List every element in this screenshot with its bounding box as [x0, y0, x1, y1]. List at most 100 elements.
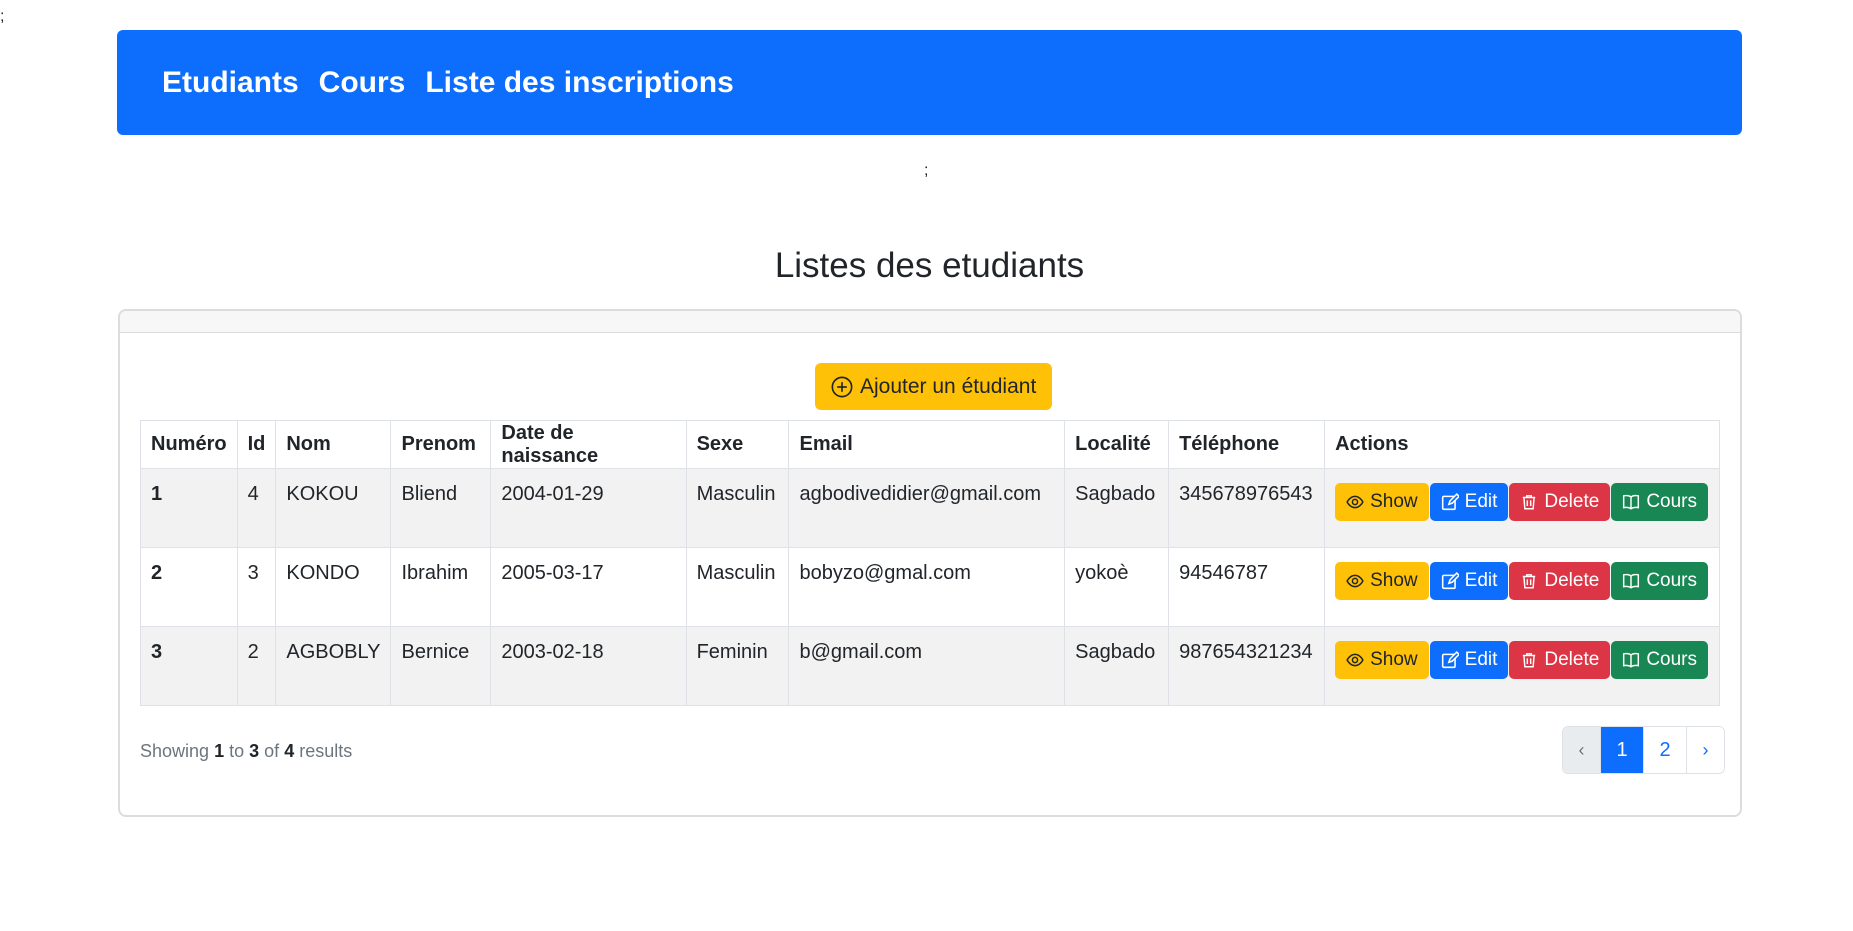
cell-email: agbodivedidier@gmail.com	[788, 468, 1066, 548]
cell-id: 3	[236, 547, 277, 627]
edit-label: Edit	[1464, 491, 1498, 512]
cell-id: 4	[236, 468, 277, 548]
show-label: Show	[1370, 649, 1418, 670]
pagination-page-2[interactable]: 2	[1643, 727, 1686, 773]
cell-sexe: Masculin	[685, 468, 790, 548]
cell-prenom: Bliend	[390, 468, 492, 548]
edit-button[interactable]: Edit	[1429, 483, 1509, 521]
cell-localite: Sagbado	[1064, 626, 1170, 706]
navbar: Etudiants Cours Liste des inscriptions	[117, 30, 1742, 135]
delete-label: Delete	[1544, 491, 1600, 512]
show-label: Show	[1370, 570, 1418, 591]
trash-icon	[1523, 653, 1536, 668]
cell-prenom: Bernice	[390, 626, 492, 706]
show-label: Show	[1370, 491, 1418, 512]
eye-icon	[1346, 653, 1364, 667]
cell-actions: Show Edit Delete Cours	[1324, 468, 1720, 548]
table-row: 1 4 KOKOU Bliend 2004-01-29 Masculin agb…	[140, 468, 1720, 548]
cours-label: Cours	[1646, 491, 1697, 512]
pagination-summary: Showing 1 to 3 of 4 results	[140, 741, 352, 762]
showing-prefix: Showing	[140, 741, 210, 761]
book-icon	[1623, 573, 1640, 589]
trash-icon	[1523, 495, 1536, 510]
col-header-email: Email	[788, 420, 1066, 469]
cell-telephone: 345678976543	[1168, 468, 1326, 548]
cours-label: Cours	[1646, 570, 1697, 591]
cell-email: b@gmail.com	[788, 626, 1066, 706]
cell-actions: Show Edit Delete Cours	[1324, 547, 1720, 627]
page-title: Listes des etudiants	[774, 246, 1085, 285]
trash-icon	[1523, 574, 1536, 589]
cell-localite: yokoè	[1064, 547, 1170, 627]
col-header-id: Id	[236, 420, 277, 469]
cell-localite: Sagbado	[1064, 468, 1170, 548]
table-row: 3 2 AGBOBLY Bernice 2003-02-18 Feminin b…	[140, 626, 1720, 706]
cours-button[interactable]: Cours	[1611, 483, 1708, 521]
showing-total: 4	[284, 741, 295, 761]
nav-link-inscriptions[interactable]: Liste des inscriptions	[425, 66, 733, 100]
col-header-date-naissance: Date de naissance	[490, 420, 687, 469]
cell-prenom: Ibrahim	[390, 547, 492, 627]
cell-telephone: 94546787	[1168, 547, 1326, 627]
cell-id: 2	[236, 626, 277, 706]
card-header	[120, 311, 1740, 333]
delete-label: Delete	[1544, 649, 1600, 670]
showing-to: 3	[249, 741, 260, 761]
pagination-page-1[interactable]: 1	[1600, 727, 1643, 773]
delete-label: Delete	[1544, 570, 1600, 591]
showing-from: 1	[214, 741, 225, 761]
nav-link-etudiants[interactable]: Etudiants	[162, 66, 299, 100]
cours-button[interactable]: Cours	[1611, 641, 1708, 679]
book-icon	[1623, 494, 1640, 510]
cell-numero: 1	[140, 468, 238, 548]
col-header-sexe: Sexe	[685, 420, 790, 469]
delete-button[interactable]: Delete	[1509, 641, 1611, 679]
cell-date-naissance: 2005-03-17	[490, 547, 687, 627]
edit-icon	[1441, 493, 1459, 511]
edit-label: Edit	[1464, 570, 1498, 591]
col-header-numero: Numéro	[140, 420, 238, 469]
delete-button[interactable]: Delete	[1509, 562, 1611, 600]
add-student-button[interactable]: Ajouter un étudiant	[815, 363, 1053, 410]
cell-actions: Show Edit Delete Cours	[1324, 626, 1720, 706]
edit-icon	[1441, 651, 1459, 669]
edit-icon	[1441, 572, 1459, 590]
cell-nom: AGBOBLY	[275, 626, 392, 706]
students-table: Numéro Id Nom Prenom Date de naissance S…	[140, 420, 1720, 706]
pagination-prev[interactable]: ‹	[1563, 727, 1600, 773]
show-button[interactable]: Show	[1335, 641, 1429, 679]
col-header-nom: Nom	[275, 420, 392, 469]
eye-icon	[1346, 495, 1364, 509]
showing-of-word: of	[264, 741, 280, 761]
nav-link-cours[interactable]: Cours	[319, 66, 406, 100]
col-header-localite: Localité	[1064, 420, 1170, 469]
cell-nom: KOKOU	[275, 468, 392, 548]
add-student-label: Ajouter un étudiant	[860, 374, 1037, 398]
cell-date-naissance: 2003-02-18	[490, 626, 687, 706]
cell-numero: 2	[140, 547, 238, 627]
showing-to-word: to	[229, 741, 245, 761]
cell-email: bobyzo@gmal.com	[788, 547, 1066, 627]
table-row: 2 3 KONDO Ibrahim 2005-03-17 Masculin bo…	[140, 547, 1720, 627]
edit-label: Edit	[1464, 649, 1498, 670]
edit-button[interactable]: Edit	[1429, 562, 1509, 600]
cell-numero: 3	[140, 626, 238, 706]
col-header-prenom: Prenom	[390, 420, 492, 469]
students-card: Ajouter un étudiant Numéro Id Nom Prenom…	[118, 309, 1742, 817]
stray-semicolon-mid: ;	[924, 162, 929, 179]
col-header-actions: Actions	[1324, 420, 1720, 469]
cours-button[interactable]: Cours	[1611, 562, 1708, 600]
show-button[interactable]: Show	[1335, 562, 1429, 600]
col-header-telephone: Téléphone	[1168, 420, 1326, 469]
showing-results-word: results	[299, 741, 353, 761]
delete-button[interactable]: Delete	[1509, 483, 1611, 521]
show-button[interactable]: Show	[1335, 483, 1429, 521]
cell-sexe: Masculin	[685, 547, 790, 627]
stray-semicolon-top: ;	[0, 8, 5, 25]
plus-circle-icon	[831, 376, 853, 397]
pagination-next[interactable]: ›	[1686, 727, 1724, 773]
cours-label: Cours	[1646, 649, 1697, 670]
cell-telephone: 987654321234	[1168, 626, 1326, 706]
edit-button[interactable]: Edit	[1429, 641, 1509, 679]
table-header-row: Numéro Id Nom Prenom Date de naissance S…	[140, 420, 1720, 469]
